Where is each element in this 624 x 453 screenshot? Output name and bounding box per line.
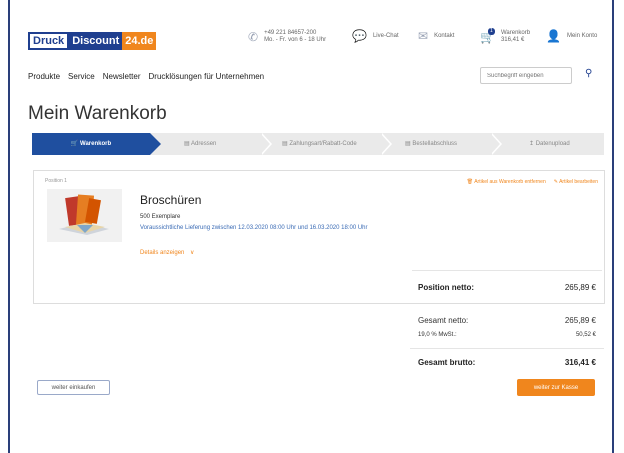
total-netto-label: Gesamt netto:: [418, 316, 469, 325]
vat-label: 19,0 % MwSt.:: [418, 332, 457, 338]
live-chat-label: Live-Chat: [372, 33, 399, 39]
product-thumbnail[interactable]: [47, 189, 122, 242]
step-label: Warenkorb: [80, 141, 112, 147]
divider: [412, 270, 602, 271]
step-separator: [260, 133, 272, 155]
phone-number: +49 221 84657-200: [264, 30, 317, 36]
cart-amount: 316,41 €: [500, 37, 525, 43]
step-label: Adressen: [191, 141, 217, 147]
live-chat-link[interactable]: 💬 Live-Chat: [352, 30, 399, 42]
chat-icon: 💬: [352, 29, 367, 43]
vat-value: 50,52 €: [575, 332, 596, 338]
divider: [410, 348, 604, 349]
edit-item-button[interactable]: ✎ Artikel bearbeiten: [554, 179, 598, 185]
remove-item-label: Artikel aus Warenkorb entfernen: [474, 179, 546, 185]
details-toggle[interactable]: Details anzeigen ∨: [140, 249, 194, 256]
total-brutto-label: Gesamt brutto:: [418, 358, 476, 367]
edit-item-label: Artikel bearbeiten: [559, 179, 598, 185]
search-input[interactable]: [480, 67, 572, 84]
cart-link[interactable]: 🛒 1 Warenkorb 316,41 €: [480, 28, 531, 44]
details-label: Details anzeigen: [140, 250, 185, 256]
step-adressen[interactable]: ▤ Adressen: [184, 133, 216, 155]
mail-icon: ✉: [418, 29, 429, 43]
nav-item-produkte[interactable]: Produkte: [28, 72, 60, 81]
address-icon: ▤: [184, 141, 190, 147]
nav-item-service[interactable]: Service: [68, 72, 95, 81]
logo-part-24: 24.de: [122, 32, 157, 50]
total-brutto-value: 316,41 €: [564, 358, 596, 367]
position-actions: 🗑 Artikel aus Warenkorb entfernen ✎ Arti…: [467, 179, 598, 185]
position-label: Position 1: [45, 178, 67, 184]
cart-position-card: Position 1 Broschüren 500 Exemplare Vora…: [33, 170, 605, 304]
phone-contact[interactable]: ✆ +49 221 84657-200 Mo. - Fr. von 6 - 18…: [248, 30, 326, 44]
step-bestellabschluss[interactable]: ▤ Bestellabschluss: [405, 133, 457, 155]
nav-item-newsletter[interactable]: Newsletter: [103, 72, 141, 81]
trash-icon: 🗑: [466, 179, 474, 185]
continue-shopping-button[interactable]: weiter einkaufen: [37, 380, 110, 395]
page-title: Mein Warenkorb: [28, 103, 167, 124]
step-separator: [380, 133, 392, 155]
delivery-estimate: Voraussichtliche Lieferung zwischen 12.0…: [140, 225, 368, 231]
contact-link[interactable]: ✉ Kontakt: [418, 30, 454, 42]
brochure-image-icon: [59, 194, 109, 235]
user-icon: 👤: [546, 29, 561, 43]
logo-part-discount: Discount: [69, 32, 123, 50]
checkout-button[interactable]: weiter zur Kasse: [517, 379, 595, 396]
step-label: Bestellabschluss: [412, 141, 458, 147]
total-netto-value: 265,89 €: [564, 316, 596, 325]
product-quantity: 500 Exemplare: [140, 214, 181, 220]
step-zahlungsart[interactable]: ▤ Zahlungsart/Rabatt-Code: [282, 133, 357, 155]
phone-hours: Mo. - Fr. von 6 - 18 Uhr: [264, 37, 327, 43]
upload-icon: ↥: [529, 141, 535, 147]
position-netto-label: Position netto:: [418, 283, 474, 292]
nav-item-druckloesungen[interactable]: Drucklösungen für Unternehmen: [149, 72, 265, 81]
step-separator: [490, 133, 502, 155]
cart-count-badge: 1: [488, 28, 495, 35]
step-datenupload[interactable]: ↥ Datenupload: [529, 133, 570, 155]
main-nav: Produkte Service Newsletter Drucklösunge…: [28, 72, 264, 81]
cart-step-icon: 🛒: [70, 141, 79, 147]
logo-part-druck: Druck: [28, 32, 70, 50]
checkout-steps: 🛒 Warenkorb ▤ Adressen ▤ Zahlungsart/Rab…: [32, 133, 604, 155]
cart-icon: 🛒 1: [480, 28, 495, 44]
order-icon: ▤: [405, 141, 411, 147]
contact-label: Kontakt: [434, 33, 455, 39]
cart-label: Warenkorb: [500, 30, 531, 36]
position-netto-value: 265,89 €: [564, 283, 596, 292]
product-title: Broschüren: [140, 193, 202, 207]
step-label: Datenupload: [535, 141, 570, 147]
step-warenkorb[interactable]: 🛒 Warenkorb: [32, 133, 161, 155]
account-label: Mein Konto: [566, 33, 598, 39]
payment-icon: ▤: [282, 141, 288, 147]
pencil-icon: ✎: [553, 179, 558, 185]
step-label: Zahlungsart/Rabatt-Code: [289, 141, 357, 147]
search-icon[interactable]: ⚲: [585, 68, 592, 79]
chevron-down-icon: ∨: [190, 250, 195, 256]
logo[interactable]: Druck Discount 24.de: [28, 32, 157, 50]
phone-icon: ✆: [248, 30, 259, 44]
remove-item-button[interactable]: 🗑 Artikel aus Warenkorb entfernen: [467, 179, 546, 185]
account-link[interactable]: 👤 Mein Konto: [546, 30, 597, 42]
